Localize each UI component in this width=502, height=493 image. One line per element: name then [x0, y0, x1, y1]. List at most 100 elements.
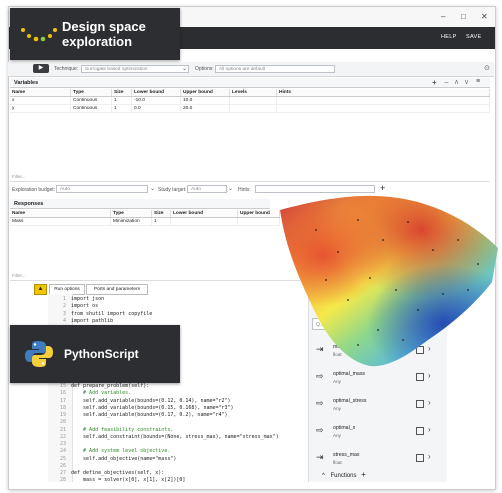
code-line[interactable]: 22 self.add_constraint(bounds=(None, str…	[54, 434, 304, 441]
col-type: Type	[110, 210, 152, 218]
cell[interactable]	[276, 96, 490, 105]
col-size: Size	[111, 89, 132, 97]
code-line[interactable]: 4 import pathlib	[54, 318, 304, 325]
chevron-up-icon: ^	[322, 473, 325, 479]
panel-variable-item[interactable]: ⇨ optimal_x Any ›	[316, 424, 436, 452]
code-line[interactable]: 23	[54, 441, 304, 448]
cell[interactable]: 1	[111, 96, 132, 105]
col-hints: Hints	[276, 89, 490, 97]
code-line[interactable]: 28 mass = solver(x[0], x[1], x[2])[0]	[54, 477, 304, 482]
study-field[interactable]: Auto	[187, 185, 227, 193]
options-label: Options:	[195, 66, 214, 72]
variable-port-icon: ⇥	[316, 452, 324, 462]
help-menu[interactable]: HELP	[441, 34, 457, 40]
options-field[interactable]: All options are default	[215, 65, 335, 73]
code-text: self.add_variable(bounds=(0.12, 0.14), n…	[71, 397, 231, 404]
chevron-right-icon[interactable]: ›	[428, 398, 431, 407]
cell[interactable]: 0.0	[131, 104, 181, 113]
cell[interactable]	[237, 217, 280, 226]
cell[interactable]: 1	[111, 104, 132, 113]
budget-label: Exploration budget:	[12, 187, 56, 193]
code-line[interactable]: 26	[54, 463, 304, 470]
cell[interactable]: Continuous	[70, 104, 112, 113]
surface-plot-image	[280, 195, 498, 367]
move-down-icon[interactable]: ∨	[464, 78, 469, 86]
cell[interactable]: 20.0	[180, 104, 230, 113]
cell[interactable]: Continuous	[70, 96, 112, 105]
cell[interactable]: 1	[151, 217, 171, 226]
code-line[interactable]: 15 def prepare_problem(self):	[54, 383, 304, 390]
chevron-down-icon[interactable]: ⌄	[150, 185, 155, 192]
code-line[interactable]: 2 import os	[54, 303, 304, 310]
cell[interactable]: Mass	[10, 217, 111, 226]
line-number: 2	[62, 303, 66, 310]
play-icon[interactable]: ▶	[33, 64, 49, 73]
variable-checkbox[interactable]	[416, 400, 424, 408]
chevron-down-icon[interactable]: ⌄	[182, 65, 187, 72]
cell[interactable]	[229, 96, 277, 105]
code-line[interactable]: 17 self.add_variable(bounds=(0.12, 0.14)…	[54, 398, 304, 405]
code-line[interactable]: 24 # Add system level objective.	[54, 448, 304, 455]
code-text: def prepare_problem(self):	[71, 383, 150, 389]
code-line[interactable]: 18 self.add_variable(bounds=(0.15, 0.168…	[54, 405, 304, 412]
chevron-right-icon[interactable]: ›	[428, 371, 431, 380]
code-line[interactable]: 16 # Add variables.	[54, 390, 304, 397]
technique-select[interactable]: Surrogate based optimization	[81, 65, 189, 73]
cell[interactable]	[229, 104, 277, 113]
cell[interactable]: x	[10, 96, 71, 105]
chevron-right-icon[interactable]: ›	[428, 425, 431, 434]
table-row[interactable]: x Continuous 1 -10.0 10.0	[10, 96, 490, 105]
move-up-icon[interactable]: ∧	[454, 78, 459, 86]
line-number: 4	[62, 317, 66, 324]
warning-icon[interactable]: ▲	[34, 284, 47, 295]
variable-name: optimal_mass	[333, 371, 366, 377]
variable-port-icon: ⇨	[316, 425, 324, 435]
code-line[interactable]: 3 from shutil import copyfile	[54, 311, 304, 318]
add-variable-button[interactable]: +	[432, 78, 437, 87]
settings-icon[interactable]: ⊙	[484, 64, 490, 72]
col-name: Name	[10, 89, 71, 97]
code-line[interactable]: 27 def define_objectives(self, x):	[54, 470, 304, 477]
add-function-icon[interactable]: +	[361, 470, 366, 479]
line-number: 1	[62, 296, 66, 302]
code-text: mass = solver(x[0], x[1], x[2])[0]	[71, 477, 186, 482]
maximize-button[interactable]: □	[461, 12, 466, 21]
minimize-button[interactable]: –	[441, 12, 445, 21]
code-line[interactable]: 1 import json	[54, 296, 304, 303]
responses-filter[interactable]: Filter...	[12, 273, 26, 278]
chevron-right-icon[interactable]: ›	[428, 452, 431, 461]
cell[interactable]: 10.0	[180, 96, 230, 105]
code-line[interactable]: 21 # Add feasibility constraints.	[54, 427, 304, 434]
chevron-down-icon[interactable]: ⌄	[228, 185, 233, 192]
table-row[interactable]: Mass Minimization 1	[10, 217, 280, 226]
code-line[interactable]: 25 self.add_objective(name="mass")	[54, 456, 304, 463]
code-line[interactable]: 19 self.add_variable(bounds=(0.17, 0.2),…	[54, 412, 304, 419]
dot-arc-icon	[21, 28, 57, 42]
table-row[interactable]: y Continuous 1 0.0 20.0	[10, 104, 490, 113]
save-menu[interactable]: SAVE	[466, 34, 481, 40]
col-lower: Lower bound	[170, 210, 238, 218]
budget-field[interactable]: Auto	[56, 185, 148, 193]
code-line[interactable]: 20	[54, 419, 304, 426]
close-button[interactable]: ✕	[481, 12, 488, 21]
cell[interactable]	[276, 104, 490, 113]
panel-variable-item[interactable]: ⇨ optimal_mass Any ›	[316, 370, 436, 398]
code-editor[interactable]: 1 import json 2 import os 3 from shutil impor…	[54, 296, 304, 482]
cell[interactable]: Minimization	[110, 217, 152, 226]
table-header-row: Name Type Size Lower bound Upper bound	[10, 210, 280, 218]
variables-filter[interactable]: Filter...	[12, 174, 26, 179]
technique-toolbar: ▶ Technique: Surrogate based optimizatio…	[8, 62, 494, 77]
menu-icon[interactable]: ≡	[476, 78, 480, 85]
tab-ports-parameters[interactable]: Ports and parameters	[86, 284, 148, 295]
variable-checkbox[interactable]	[416, 427, 424, 435]
code-text: from shutil import copyfile	[71, 310, 153, 317]
cell[interactable]: -10.0	[131, 96, 181, 105]
cell[interactable]: y	[10, 104, 71, 113]
functions-section[interactable]: ^ Functions +	[322, 470, 366, 479]
panel-variable-item[interactable]: ⇨ optimal_stress Any ›	[316, 397, 436, 425]
remove-variable-button[interactable]: −	[444, 78, 449, 87]
cell[interactable]	[170, 217, 238, 226]
line-number: 19	[59, 412, 66, 418]
variable-checkbox[interactable]	[416, 373, 424, 381]
variable-checkbox[interactable]	[416, 454, 424, 462]
